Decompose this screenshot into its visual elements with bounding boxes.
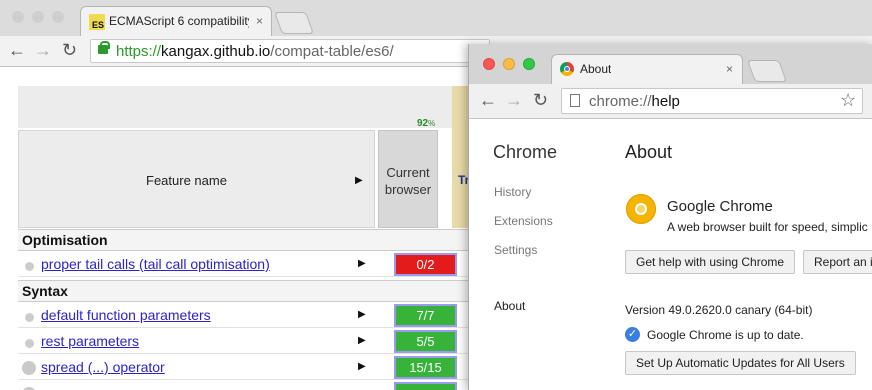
row-bullet-icon xyxy=(25,262,34,271)
url-scheme: https:// xyxy=(116,43,162,60)
tab-about[interactable]: About × xyxy=(551,54,743,84)
row-bullet-icon xyxy=(25,339,34,348)
expand-triangle-icon[interactable]: ▶ xyxy=(358,361,366,372)
get-help-button[interactable]: Get help with using Chrome xyxy=(625,250,796,274)
sidebar-item-about[interactable]: About xyxy=(494,299,525,313)
feature-name-header-text: Feature name xyxy=(146,173,227,188)
feature-name-header: Feature name ▶ xyxy=(18,130,375,228)
sidebar-title: Chrome xyxy=(493,142,558,162)
page-icon xyxy=(570,94,580,107)
es-favicon-icon: ES xyxy=(89,14,105,30)
expand-triangle-icon[interactable]: ▶ xyxy=(358,335,366,346)
table-row: proper tail calls (tail call optimisatio… xyxy=(18,252,488,277)
current-browser-header-text: Current browser xyxy=(384,165,432,197)
minimize-window-button[interactable] xyxy=(503,58,515,70)
product-tagline: A web browser built for speed, simplic xyxy=(667,220,868,234)
product-name: Google Chrome xyxy=(667,198,773,215)
page-title: About xyxy=(625,142,673,162)
row-bullet-icon xyxy=(22,361,36,375)
address-bar[interactable]: chrome://help ☆ xyxy=(561,88,863,114)
forward-arrow-icon[interactable]: → xyxy=(34,40,52,60)
current-browser-header: Current browser xyxy=(378,130,438,228)
table-row: spread (...) operator ▶ 15/15 xyxy=(18,355,488,380)
tab-strip: ES ECMAScript 6 compatibility × xyxy=(0,0,872,36)
score-cell: 0/2 xyxy=(394,253,457,276)
section-syntax: Syntax xyxy=(18,280,470,302)
zoom-window-button[interactable] xyxy=(52,11,64,23)
row-bullet-icon xyxy=(25,313,34,322)
sidebar-item-extensions[interactable]: Extensions xyxy=(494,214,553,228)
url-path: /compat-table/es6/ xyxy=(270,43,394,60)
url-scheme: chrome:// xyxy=(589,93,652,110)
zoom-window-button[interactable] xyxy=(523,58,535,70)
tab-title: ECMAScript 6 compatibility xyxy=(109,14,249,28)
tab-title: About xyxy=(580,62,612,76)
url-text: https://kangax.github.io/compat-table/es… xyxy=(116,43,394,60)
feature-link[interactable]: default function parameters xyxy=(41,307,211,323)
table-row: rest parameters ▶ 5/5 xyxy=(18,329,488,354)
score-cell: 15/15 xyxy=(394,356,457,379)
close-window-button[interactable] xyxy=(483,58,495,70)
setup-auto-updates-button[interactable]: Set Up Automatic Updates for All Users xyxy=(625,351,856,375)
section-optimisation: Optimisation xyxy=(18,229,470,251)
new-tab-button[interactable] xyxy=(273,12,315,34)
version-text: Version 49.0.2620.0 canary (64-bit) xyxy=(625,303,813,317)
sidebar-item-settings[interactable]: Settings xyxy=(494,243,537,257)
percent-value: 92 xyxy=(417,118,429,129)
about-tab-strip: About × xyxy=(469,44,872,84)
url-text: chrome://help xyxy=(589,93,680,110)
lock-shackle-icon xyxy=(100,41,110,49)
expand-triangle-icon[interactable]: ▶ xyxy=(358,258,366,269)
back-arrow-icon[interactable]: ← xyxy=(479,90,497,110)
chrome-favicon-center xyxy=(564,66,570,72)
feature-link[interactable]: proper tail calls (tail call optimisatio… xyxy=(41,256,270,272)
address-bar[interactable]: https://kangax.github.io/compat-table/es… xyxy=(90,39,490,63)
feature-link[interactable]: spread (...) operator xyxy=(41,359,165,375)
chrome-logo-icon xyxy=(626,194,656,224)
close-window-button[interactable] xyxy=(12,11,24,23)
sidebar-item-history[interactable]: History xyxy=(494,185,531,199)
table-row-partial xyxy=(18,381,470,390)
about-toolbar: ← → ↻ chrome://help ☆ xyxy=(469,84,872,119)
reload-icon[interactable]: ↻ xyxy=(533,90,548,110)
reload-icon[interactable]: ↻ xyxy=(62,40,77,60)
bookmark-star-icon[interactable]: ☆ xyxy=(840,90,856,111)
url-host: help xyxy=(651,93,680,110)
table-row: default function parameters ▶ 7/7 xyxy=(18,303,488,328)
report-issue-button[interactable]: Report an i xyxy=(803,250,872,274)
minimize-window-button[interactable] xyxy=(32,11,44,23)
tab-close-icon[interactable]: × xyxy=(726,62,733,76)
score-cell-partial xyxy=(394,382,457,390)
table-top-band xyxy=(18,86,470,128)
forward-arrow-icon[interactable]: → xyxy=(505,90,523,110)
expand-triangle-icon[interactable]: ▶ xyxy=(355,175,363,186)
tab-close-icon[interactable]: × xyxy=(256,14,263,28)
score-cell: 7/7 xyxy=(394,304,457,327)
new-tab-button[interactable] xyxy=(746,60,788,82)
checkmark-icon: ✓ xyxy=(625,327,640,342)
update-status: Google Chrome is up to date. xyxy=(647,328,804,342)
score-cell: 5/5 xyxy=(394,330,457,353)
feature-link[interactable]: rest parameters xyxy=(41,333,139,349)
about-browser-window: About × ← → ↻ chrome://help ☆ Chrome His… xyxy=(468,44,872,390)
url-host: kangax.github.io xyxy=(161,43,271,60)
tab-es6-compat[interactable]: ES ECMAScript 6 compatibility × xyxy=(80,6,272,36)
overall-percent: 92% xyxy=(417,118,435,129)
back-arrow-icon[interactable]: ← xyxy=(8,40,26,60)
percent-sign: % xyxy=(428,119,436,128)
expand-triangle-icon[interactable]: ▶ xyxy=(358,309,366,320)
